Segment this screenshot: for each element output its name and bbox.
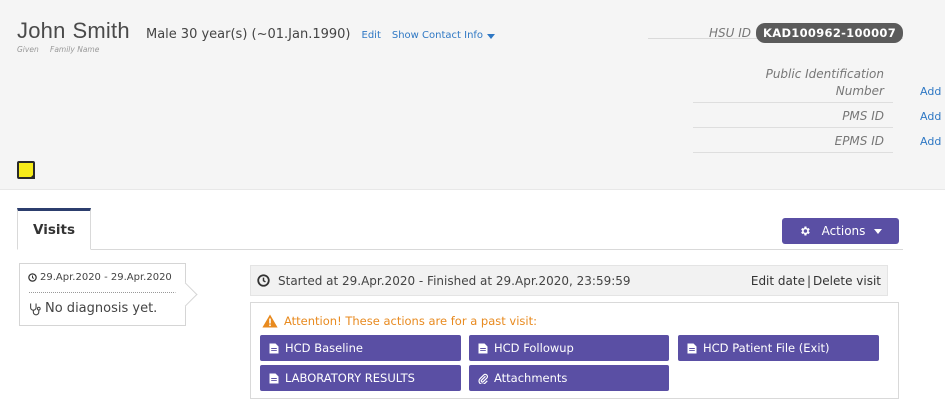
hsu-id-label: HSU ID — [709, 26, 752, 40]
given-name-label: Given — [17, 45, 39, 54]
gender: Male — [146, 27, 177, 42]
identifier-label: EPMS ID — [834, 134, 884, 148]
identifiers-list: Public Identification Number Add PMS ID … — [693, 66, 941, 158]
show-contact-info-link[interactable]: Show Contact Info — [391, 30, 496, 41]
attention-message: Attention! These actions are for a past … — [262, 314, 537, 328]
laboratory-results-button[interactable]: LABORATORY RESULTS — [260, 365, 461, 391]
warning-icon — [262, 314, 278, 328]
show-contact-info-label: Show Contact Info — [391, 30, 484, 41]
family-name: Smith — [72, 18, 130, 43]
identifier-row-pms: PMS ID Add — [693, 108, 941, 128]
document-icon — [269, 343, 279, 353]
actions-label: Actions — [821, 224, 866, 238]
clock-icon — [28, 273, 37, 282]
tabs-divider — [17, 249, 903, 250]
stethoscope-icon — [30, 303, 41, 315]
identifier-row-epms: EPMS ID Add — [693, 133, 941, 153]
hcd-baseline-label: HCD Baseline — [285, 341, 363, 355]
visit-divider — [29, 292, 176, 293]
hcd-patient-file-exit-button[interactable]: HCD Patient File (Exit) — [678, 335, 879, 361]
hcd-baseline-button[interactable]: HCD Baseline — [260, 335, 461, 361]
patient-demographics: Male 30 year(s) (~01.Jan.1990) Edit Show… — [146, 27, 496, 42]
laboratory-results-label: LABORATORY RESULTS — [285, 371, 415, 385]
document-icon — [687, 343, 697, 353]
document-icon — [269, 373, 279, 383]
clock-icon — [257, 274, 270, 287]
attachments-label: Attachments — [494, 371, 568, 385]
sticky-note-icon[interactable] — [17, 161, 35, 179]
hcd-followup-button[interactable]: HCD Followup — [469, 335, 669, 361]
patient-name-block: John Smith Given Family Name — [17, 18, 130, 54]
add-pms-id-link[interactable]: Add — [920, 108, 945, 125]
gear-icon — [800, 226, 810, 236]
tab-visits-label: Visits — [33, 222, 75, 238]
paperclip-icon — [478, 373, 488, 384]
visit-header: Started at 29.Apr.2020 - Finished at 29.… — [250, 265, 888, 296]
family-name-label: Family Name — [50, 45, 100, 54]
visit-actions-panel: Attention! These actions are for a past … — [250, 302, 899, 399]
diagnosis-text: No diagnosis yet. — [45, 301, 158, 316]
add-epms-id-link[interactable]: Add — [920, 133, 945, 150]
hcd-followup-label: HCD Followup — [494, 341, 574, 355]
delete-visit-link[interactable]: Delete visit — [813, 274, 881, 288]
actions-button[interactable]: Actions — [782, 218, 899, 244]
hsu-id-badge: KAD100962-100007 — [756, 23, 903, 43]
patient-header: John Smith Given Family Name Male 30 yea… — [0, 0, 945, 190]
hsu-id: HSU ID KAD100962-100007 — [709, 23, 903, 43]
attention-text: Attention! These actions are for a past … — [284, 314, 537, 328]
document-icon — [478, 343, 488, 353]
hcd-patient-file-exit-label: HCD Patient File (Exit) — [703, 341, 830, 355]
link-separator: | — [806, 273, 812, 288]
edit-date-link[interactable]: Edit date — [751, 274, 805, 288]
visit-date-range: 29.Apr.2020 - 29.Apr.2020 — [40, 272, 172, 283]
age: 30 year(s) (~01.Jan.1990) — [180, 27, 351, 42]
tab-visits[interactable]: Visits — [17, 208, 91, 250]
add-public-id-link[interactable]: Add — [920, 83, 945, 100]
caret-down-icon — [487, 34, 496, 39]
given-name: John — [17, 18, 66, 43]
identifier-label: Public Identification Number — [765, 67, 884, 98]
identifier-row-public: Public Identification Number Add — [693, 66, 941, 103]
visit-status-text: Started at 29.Apr.2020 - Finished at 29.… — [278, 273, 631, 288]
caret-down-icon — [874, 228, 883, 234]
attachments-button[interactable]: Attachments — [469, 365, 669, 391]
identifier-label: PMS ID — [842, 109, 884, 123]
edit-patient-link[interactable]: Edit — [362, 30, 381, 41]
visit-list-item[interactable]: 29.Apr.2020 - 29.Apr.2020 No diagnosis y… — [19, 263, 186, 326]
